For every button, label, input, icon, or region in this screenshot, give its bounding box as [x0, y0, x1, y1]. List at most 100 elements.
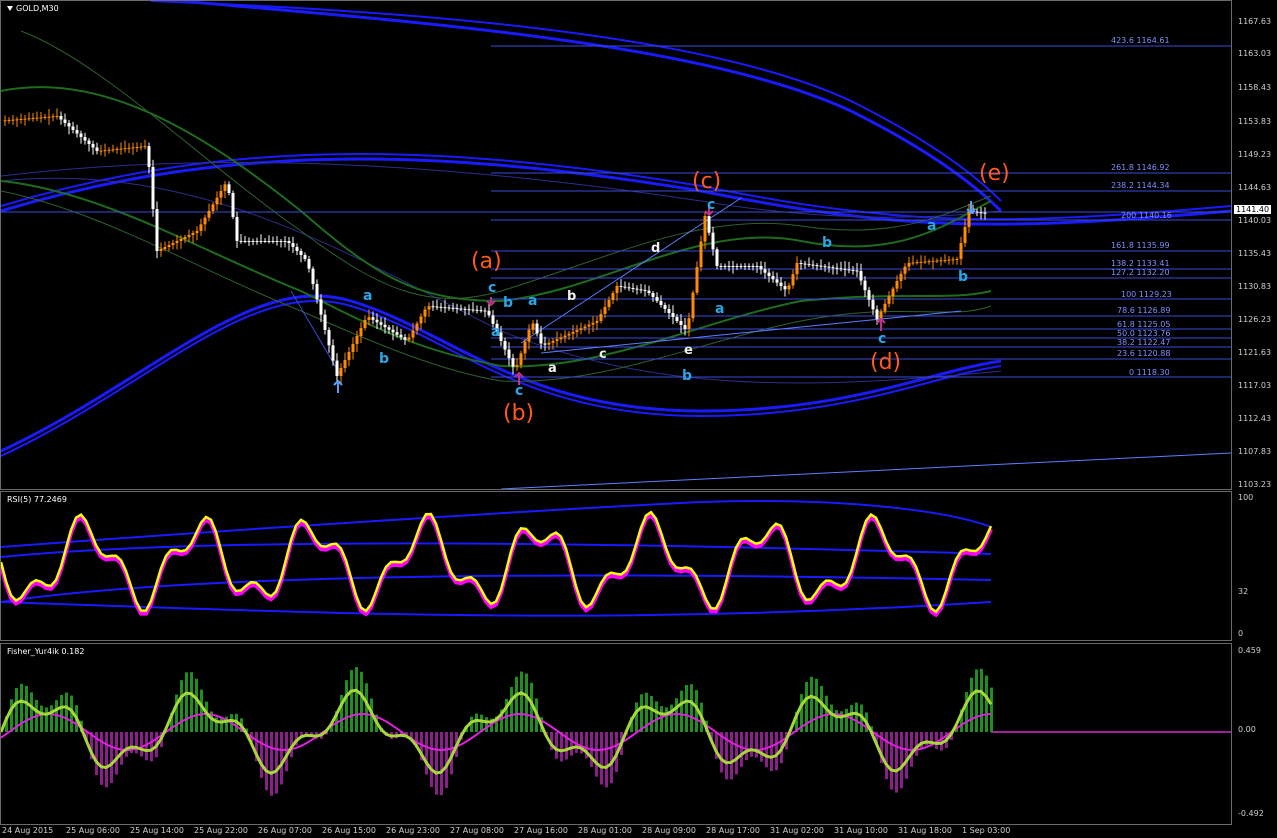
candle-body: [635, 288, 639, 290]
candle-body: [183, 237, 187, 239]
fisher-bar: [275, 732, 278, 794]
fisher-bar: [745, 732, 748, 761]
candle-body: [575, 330, 579, 332]
fisher-bar: [140, 732, 143, 757]
time-axis: 24 Aug 2015 25 Aug 06:00 25 Aug 14:00 25…: [2, 826, 1011, 835]
candle-body: [107, 149, 111, 151]
candle-body: [371, 317, 375, 320]
candle-body: [675, 317, 679, 321]
candle-body: [191, 233, 195, 235]
candle-body: [595, 321, 599, 323]
candle-body: [71, 126, 75, 130]
candle-body: [219, 191, 223, 198]
fisher-bar: [555, 732, 558, 759]
rsi-canvas: [1, 500, 993, 618]
candle-body: [587, 324, 591, 327]
candle-body: [163, 247, 167, 249]
candle-body: [955, 259, 959, 260]
wave-label: a: [548, 361, 557, 376]
candle-body: [811, 264, 815, 266]
fisher-bar: [670, 704, 673, 732]
fisher-bar: [260, 732, 263, 778]
fisher-bar: [635, 702, 638, 732]
fisher-bar: [755, 732, 758, 758]
candle-body: [291, 243, 295, 247]
fib-label: 161.8 1135.99: [1111, 241, 1170, 250]
candle-body: [651, 293, 655, 297]
wave-label: a: [927, 218, 937, 234]
candle-body: [195, 231, 199, 233]
fisher-title: Fisher_Yur4ik 0.182: [7, 647, 85, 656]
candle-body: [707, 216, 711, 233]
candle-body: [719, 266, 723, 267]
candle-body: [127, 147, 131, 149]
candle-body: [347, 352, 351, 360]
candle-body: [603, 307, 607, 314]
candle-body: [379, 322, 383, 325]
candle-body: [295, 247, 299, 251]
candle-body: [147, 146, 151, 167]
candle-body: [267, 241, 271, 242]
candle-body: [435, 306, 439, 308]
candle-body: [179, 239, 183, 241]
candle-body: [95, 147, 99, 151]
candle-body: [83, 137, 87, 141]
fisher-panel[interactable]: Fisher_Yur4ik 0.182: [0, 643, 1232, 825]
candle-body: [827, 266, 831, 268]
wave-label: c: [599, 347, 607, 362]
candle-body: [839, 268, 843, 270]
candle-body: [507, 349, 511, 359]
candle-body: [975, 211, 979, 213]
fisher-bar: [770, 732, 773, 772]
wave-label: c: [488, 280, 497, 296]
candle-body: [891, 288, 895, 297]
candle-body: [799, 263, 803, 264]
candle-body: [663, 305, 667, 309]
candle-body: [859, 271, 863, 281]
wave-label: b: [379, 351, 390, 367]
candle-body: [331, 345, 335, 361]
candle-body: [287, 241, 291, 243]
main-chart-panel[interactable]: GOLD,M30 423.6 1164.61 261.8 1146.92 238…: [0, 0, 1232, 490]
fib-label: 38.2 1122.47: [1117, 338, 1171, 347]
price-axis[interactable]: 1167.63 1163.03 1158.43 1153.83 1149.23 …: [1232, 0, 1277, 490]
candle-body: [959, 243, 963, 259]
fisher-bar: [655, 701, 658, 732]
fib-label: 423.6 1164.61: [1111, 36, 1170, 45]
candle-body: [515, 365, 519, 367]
wave-label: b: [567, 289, 577, 304]
candle-body: [623, 286, 627, 288]
fisher-bar: [205, 701, 208, 732]
candle-body: [315, 284, 319, 300]
candle-body: [339, 368, 343, 376]
fisher-bar: [985, 675, 988, 732]
candle-body: [427, 306, 431, 310]
candle-body: [475, 309, 479, 311]
dropdown-triangle-icon[interactable]: [7, 6, 13, 11]
candle-body: [231, 193, 235, 217]
candle-body: [419, 316, 423, 324]
candle-body: [423, 309, 427, 317]
wave-label: d: [651, 241, 661, 256]
candle-body: [795, 263, 799, 275]
candle-body: [239, 241, 243, 242]
rsi-line: [1, 510, 993, 614]
candle-body: [895, 281, 899, 289]
candle-body: [887, 296, 891, 304]
candle-body: [67, 123, 71, 127]
fisher-bar: [650, 695, 653, 732]
candle-body: [963, 227, 967, 243]
rsi-panel[interactable]: RSI(5) 77.2469: [0, 491, 1232, 641]
fisher-bar: [765, 732, 768, 768]
wave-label: c: [707, 197, 716, 213]
candle-body: [387, 327, 391, 330]
candle-body: [63, 119, 67, 123]
chart-symbol-title[interactable]: GOLD,M30: [7, 4, 59, 13]
candle-body: [735, 266, 739, 267]
candle-body: [939, 260, 943, 262]
candle-body: [655, 297, 659, 301]
fisher-bar: [525, 673, 528, 732]
candle-body: [207, 211, 211, 218]
fisher-bar: [50, 705, 53, 732]
candle-body: [531, 323, 535, 330]
